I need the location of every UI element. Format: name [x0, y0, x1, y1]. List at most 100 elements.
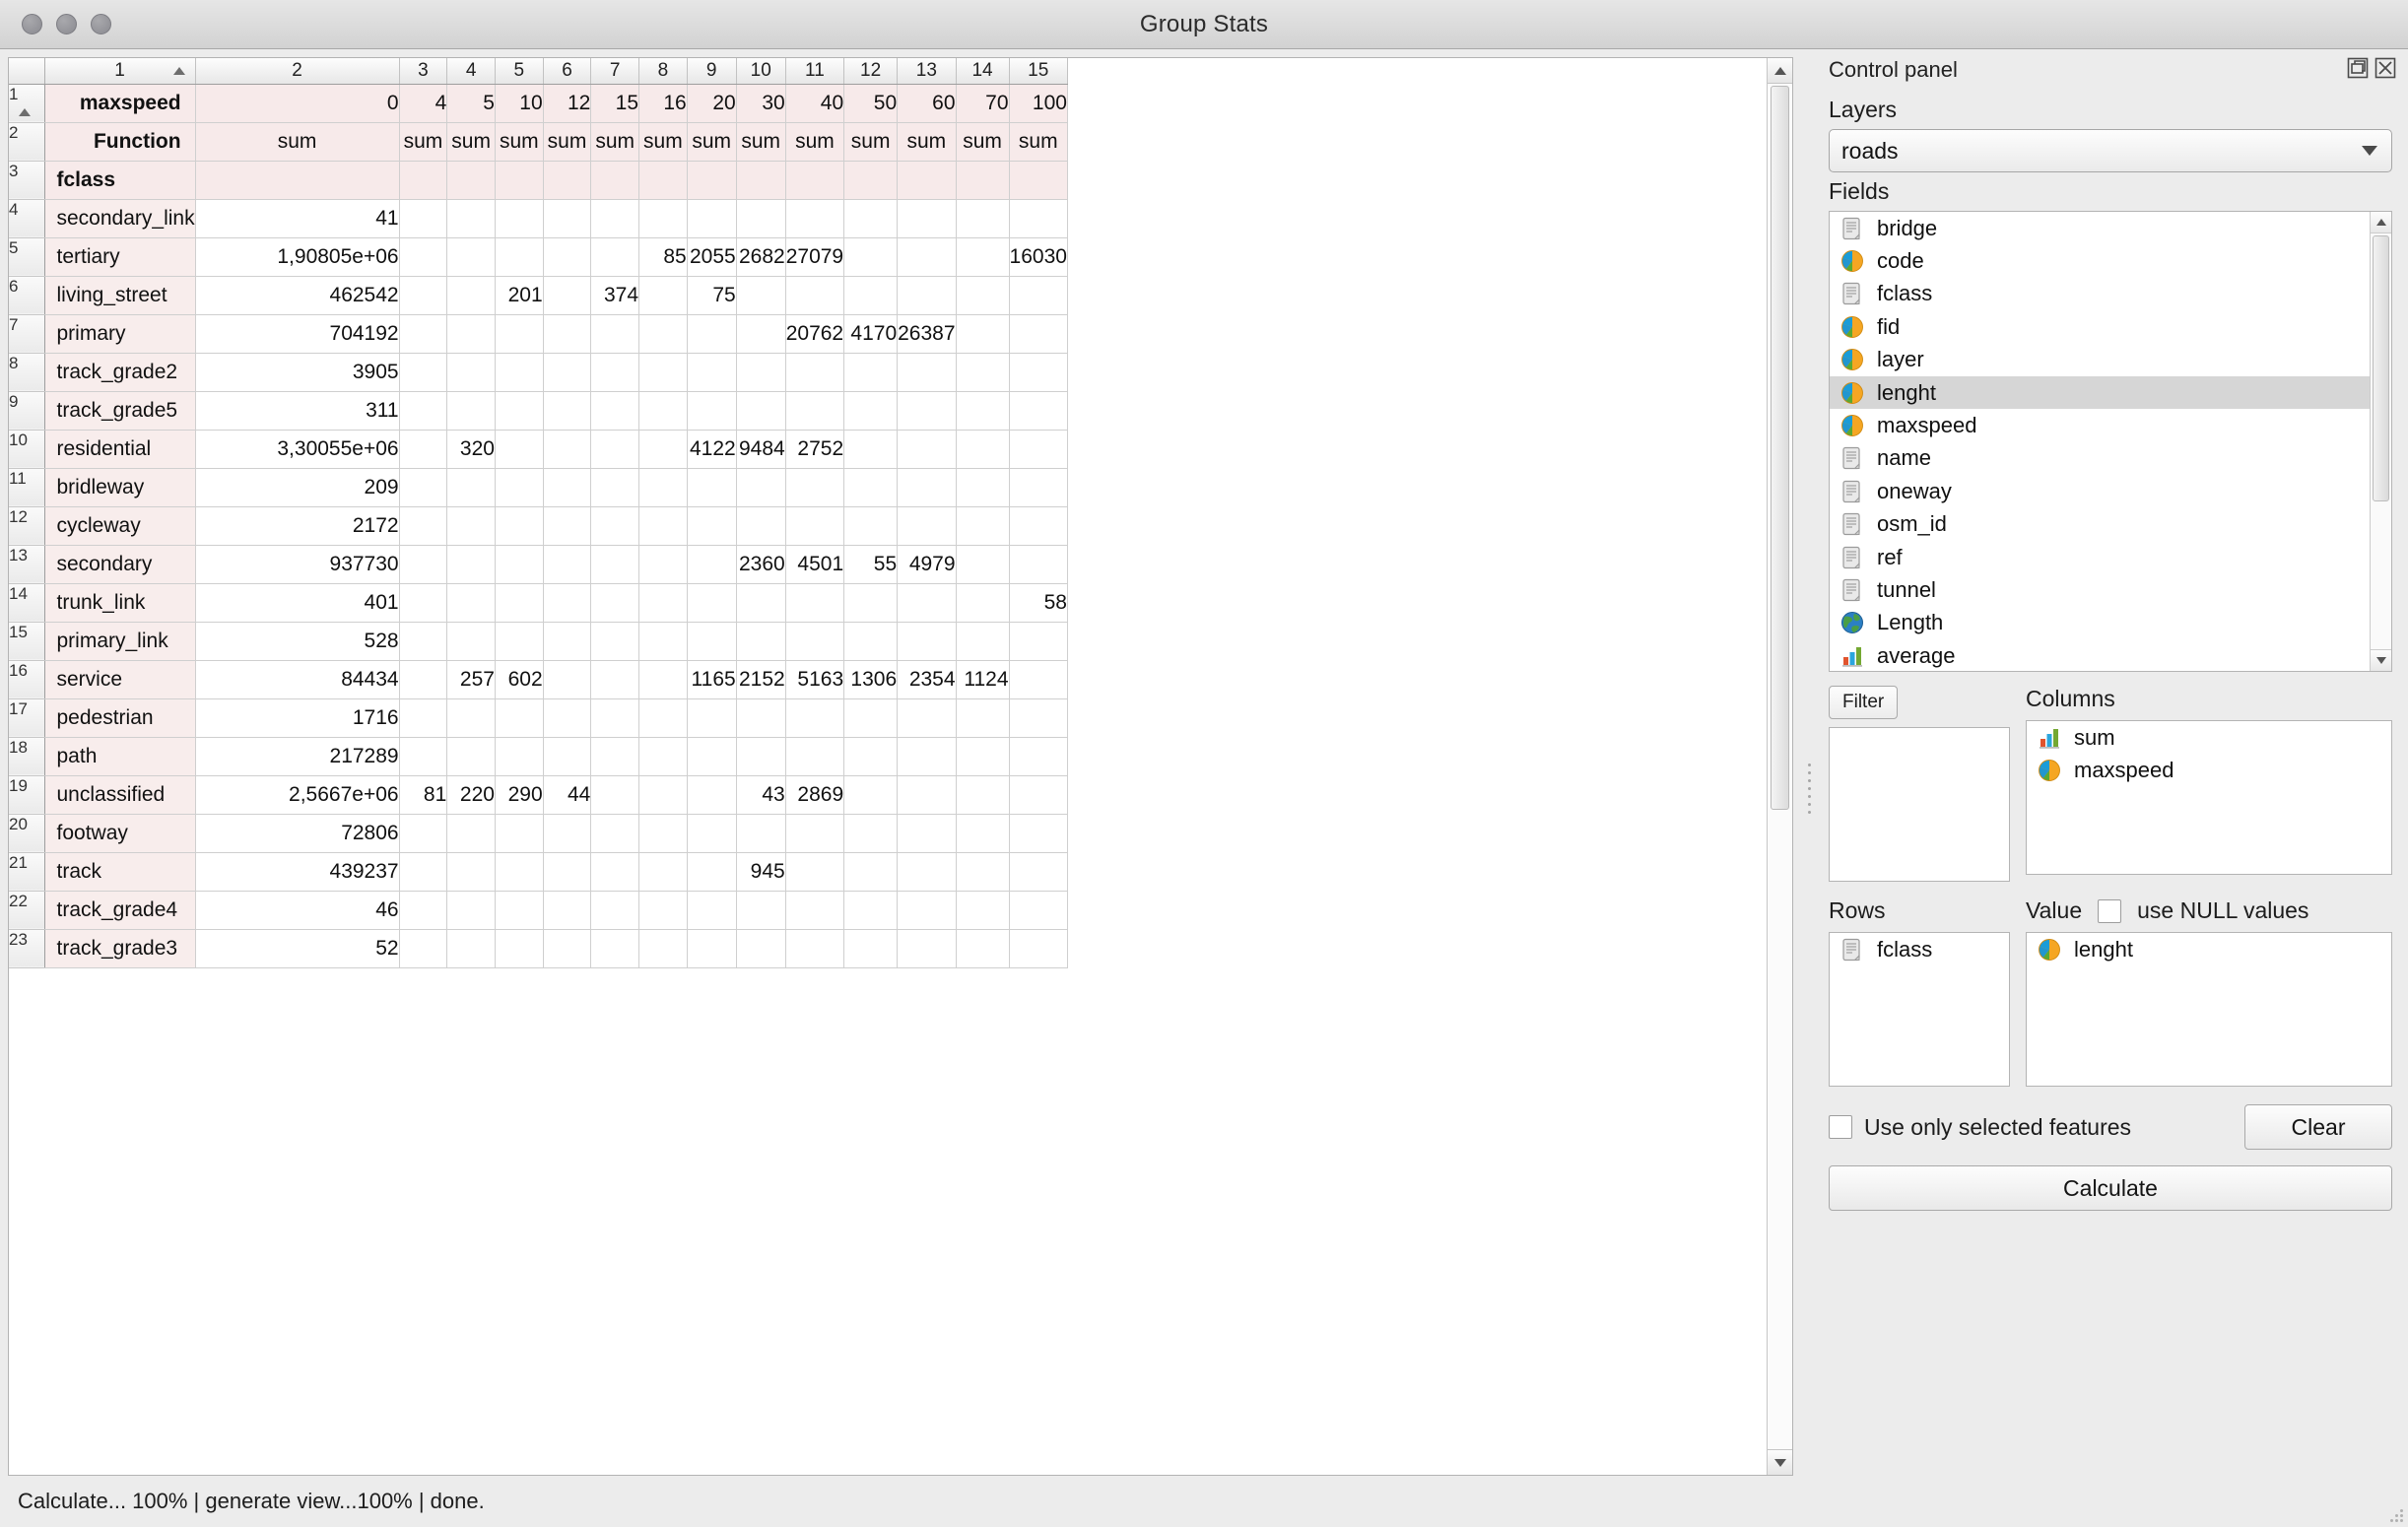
table-cell[interactable]	[897, 161, 957, 200]
table-cell[interactable]	[956, 199, 1010, 238]
table-cell[interactable]: 220	[446, 775, 496, 815]
table-cell[interactable]	[446, 929, 496, 968]
table-cell[interactable]	[843, 891, 899, 930]
table-cell[interactable]	[687, 929, 737, 968]
table-cell[interactable]	[638, 698, 688, 738]
results-table[interactable]: 1 2 3 4 5 6 7 8 9 10 11 12 13 14 15 1 maxspeed 0 4 5 10 12 15…	[9, 58, 1068, 968]
table-cell[interactable]: 1,90805e+06	[195, 237, 400, 277]
table-cell[interactable]	[687, 199, 737, 238]
column-header[interactable]: 10	[736, 58, 786, 85]
table-cell[interactable]	[897, 468, 957, 507]
table-cell[interactable]	[446, 891, 496, 930]
minimize-window-button[interactable]	[56, 14, 77, 34]
table-cell[interactable]	[897, 814, 957, 853]
table-cell[interactable]	[1009, 891, 1068, 930]
table-cell[interactable]	[843, 929, 899, 968]
table-row[interactable]: 15 primary_link 528	[9, 622, 1068, 661]
row-header[interactable]: 6	[9, 276, 45, 315]
table-cell[interactable]: sum	[638, 122, 688, 162]
table-cell[interactable]	[446, 468, 496, 507]
table-row[interactable]: 23 track_grade3 52	[9, 929, 1068, 968]
table-cell[interactable]: sum	[446, 122, 496, 162]
table-cell[interactable]	[446, 583, 496, 623]
table-cell[interactable]: 84434	[195, 660, 400, 699]
scrollbar-track[interactable]	[1768, 84, 1792, 1449]
table-cell[interactable]	[638, 814, 688, 853]
table-cell[interactable]: 4979	[897, 545, 957, 584]
table-cell[interactable]: 20	[687, 84, 737, 123]
layer-select[interactable]: roads	[1829, 129, 2392, 172]
row-header[interactable]: 11	[9, 468, 45, 507]
table-cell[interactable]: bridleway	[44, 468, 196, 507]
value-dropzone[interactable]: lenght	[2026, 932, 2392, 1087]
table-cell[interactable]	[1009, 737, 1068, 776]
table-cell[interactable]	[590, 199, 640, 238]
field-list-item[interactable]: fid	[1830, 310, 2370, 343]
panel-header-buttons[interactable]	[2347, 57, 2396, 79]
table-cell[interactable]: sum	[897, 122, 957, 162]
table-cell[interactable]	[687, 391, 737, 431]
table-cell[interactable]	[446, 852, 496, 892]
columns-dropzone[interactable]: sum maxspeed	[2026, 720, 2392, 875]
table-cell[interactable]	[543, 468, 592, 507]
table-cell[interactable]: sum	[956, 122, 1010, 162]
table-cell[interactable]: track_grade4	[44, 891, 196, 930]
table-cell[interactable]	[495, 314, 544, 354]
table-cell[interactable]	[399, 237, 448, 277]
table-cell[interactable]	[399, 353, 448, 392]
table-cell[interactable]	[399, 583, 448, 623]
table-cell[interactable]	[897, 199, 957, 238]
table-cell[interactable]: 2752	[785, 430, 845, 469]
table-cell[interactable]	[736, 161, 786, 200]
table-cell[interactable]	[495, 622, 544, 661]
table-cell[interactable]	[446, 814, 496, 853]
table-cell[interactable]: 945	[736, 852, 786, 892]
scroll-down-button[interactable]	[1768, 1449, 1792, 1475]
table-cell[interactable]	[495, 814, 544, 853]
row-header[interactable]: 10	[9, 430, 45, 469]
table-cell[interactable]	[897, 929, 957, 968]
table-cell[interactable]	[687, 814, 737, 853]
column-header[interactable]: 14	[956, 58, 1010, 85]
table-cell[interactable]: sum	[543, 122, 592, 162]
table-row[interactable]: 5 tertiary 1,90805e+06 85 2055 2682 27079 16030	[9, 237, 1068, 277]
table-cell[interactable]	[897, 237, 957, 277]
table-cell[interactable]	[897, 506, 957, 546]
column-header[interactable]: 15	[1009, 58, 1068, 85]
table-cell[interactable]	[736, 353, 786, 392]
table-cell[interactable]	[736, 199, 786, 238]
table-cell[interactable]	[956, 237, 1010, 277]
table-cell[interactable]	[785, 814, 845, 853]
table-row[interactable]: 21 track 439237 945	[9, 852, 1068, 892]
table-cell[interactable]: sum	[590, 122, 640, 162]
table-cell[interactable]	[638, 314, 688, 354]
table-cell[interactable]	[543, 237, 592, 277]
table-cell[interactable]	[956, 468, 1010, 507]
table-cell[interactable]	[446, 506, 496, 546]
table-cell[interactable]: 50	[843, 84, 899, 123]
table-cell[interactable]	[638, 660, 688, 699]
use-only-selected-checkbox[interactable]	[1829, 1115, 1852, 1139]
table-cell[interactable]	[543, 891, 592, 930]
table-cell[interactable]	[785, 276, 845, 315]
table-cell[interactable]	[843, 583, 899, 623]
table-cell[interactable]	[687, 852, 737, 892]
table-cell[interactable]	[785, 852, 845, 892]
table-cell[interactable]: track_grade5	[44, 391, 196, 431]
window-controls[interactable]	[22, 14, 111, 34]
filter-button[interactable]: Filter	[1829, 686, 1899, 719]
table-cell[interactable]	[590, 545, 640, 584]
table-cell[interactable]: secondary_link	[44, 199, 196, 238]
table-cell[interactable]	[638, 430, 688, 469]
table-cell[interactable]	[446, 737, 496, 776]
table-cell[interactable]	[1009, 161, 1068, 200]
table-row[interactable]: 9 track_grade5 311	[9, 391, 1068, 431]
table-cell[interactable]	[956, 391, 1010, 431]
float-panel-button[interactable]	[2347, 57, 2369, 79]
table-cell[interactable]	[785, 891, 845, 930]
table-cell[interactable]	[1009, 852, 1068, 892]
table-cell[interactable]	[195, 161, 400, 200]
table-cell[interactable]	[446, 314, 496, 354]
table-cell[interactable]	[495, 583, 544, 623]
column-header[interactable]: 4	[446, 58, 496, 85]
